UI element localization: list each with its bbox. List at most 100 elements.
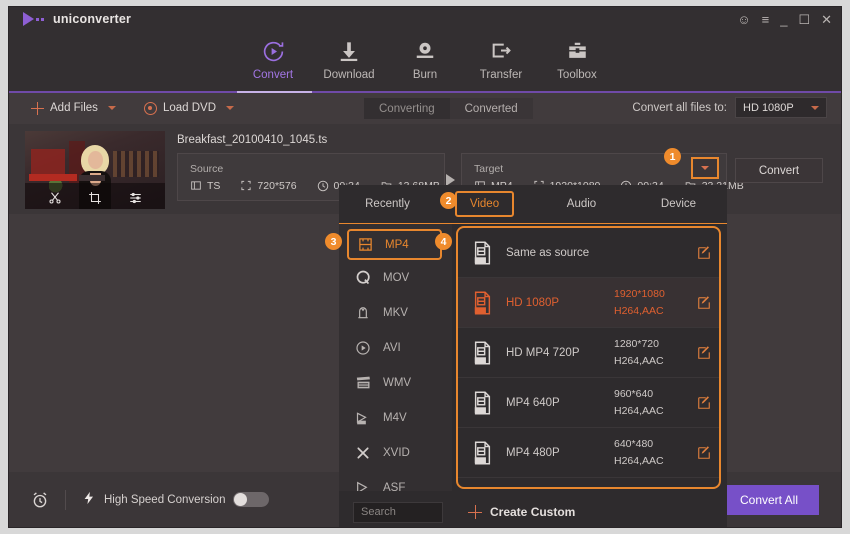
high-speed-conversion: High Speed Conversion xyxy=(82,489,270,510)
source-resolution-value: 720*576 xyxy=(257,179,297,192)
edit-pencil-icon[interactable] xyxy=(697,445,711,460)
preset-row[interactable]: HD 1080P 1920*1080 H264,AAC xyxy=(458,278,719,328)
edit-pencil-icon[interactable] xyxy=(697,245,711,260)
format-item-wmv-label: WMV xyxy=(383,376,412,389)
disc-icon xyxy=(143,101,157,115)
format-item-mov-label: MOV xyxy=(383,271,410,284)
format-item-mov[interactable]: MOV xyxy=(339,260,452,295)
preset-spec: 960*640 H264,AAC xyxy=(614,386,664,419)
nav-tab-burn[interactable]: Burn xyxy=(387,31,463,93)
plus-icon xyxy=(468,505,482,519)
convert-all-files-to-label: Convert all files to: xyxy=(632,101,727,114)
tab-device[interactable]: Device xyxy=(630,193,727,215)
app-brand-title: uniconverter xyxy=(53,12,132,26)
preset-scroll[interactable]: Same as source HD 1080P 1920*1080 H264,A… xyxy=(458,228,719,487)
effects-sliders-icon[interactable] xyxy=(128,191,143,205)
convert-icon xyxy=(261,38,286,64)
maximize-icon[interactable]: ☐ xyxy=(798,13,810,26)
tab-converted[interactable]: Converted xyxy=(449,98,533,119)
toolbox-icon xyxy=(566,38,589,64)
preset-codec: H264,AAC xyxy=(614,304,664,317)
search-input[interactable] xyxy=(353,501,443,523)
target-format-dropdown-button[interactable] xyxy=(691,157,719,179)
file-preset-icon xyxy=(470,241,494,265)
account-icon[interactable]: ☺ xyxy=(737,13,750,26)
format-item-avi[interactable]: AVI xyxy=(339,330,452,365)
format-picker-body: MP4 MOV MKV AVI WMV M4V XVID ASF Same as… xyxy=(339,224,727,491)
format-picker-tabs: Recently Video Audio Device xyxy=(339,185,727,224)
preset-row[interactable]: MP4 640P 960*640 H264,AAC xyxy=(458,378,719,428)
step-badge-3: 3 xyxy=(325,233,342,250)
file-info: Breakfast_20100410_1045.ts xyxy=(177,134,327,146)
nav-tab-transfer[interactable]: Transfer xyxy=(463,31,539,93)
chevron-down-icon[interactable] xyxy=(107,106,116,110)
load-dvd-label: Load DVD xyxy=(162,102,216,114)
menu-icon[interactable]: ≡ xyxy=(762,13,770,26)
preset-resolution: 960*640 xyxy=(614,388,654,401)
crop-icon[interactable] xyxy=(88,191,102,205)
format-item-m4v[interactable]: M4V xyxy=(339,400,452,435)
nav-tab-burn-label: Burn xyxy=(412,69,438,81)
format-item-mp4[interactable]: MP4 xyxy=(347,229,442,260)
high-speed-conversion-toggle[interactable] xyxy=(233,492,270,507)
video-thumbnail[interactable] xyxy=(25,131,165,209)
nav-tab-convert-label: Convert xyxy=(252,69,294,81)
preset-codec: H264,AAC xyxy=(614,454,664,467)
preset-row[interactable]: 4K MP4 3840*2160 H264,AAC xyxy=(458,478,719,487)
load-dvd-button[interactable]: Load DVD xyxy=(143,101,234,115)
edit-pencil-icon[interactable] xyxy=(697,395,711,410)
nav-tab-toolbox[interactable]: Toolbox xyxy=(539,31,615,93)
alarm-clock-icon[interactable] xyxy=(31,491,49,509)
convert-all-button[interactable]: Convert All xyxy=(719,484,819,515)
preset-row[interactable]: Same as source xyxy=(458,228,719,278)
download-icon xyxy=(338,38,360,64)
file-preset-icon xyxy=(470,291,494,315)
tab-converting[interactable]: Converting xyxy=(364,98,450,119)
target-title: Target xyxy=(474,162,504,175)
nav-tab-convert[interactable]: Convert xyxy=(235,31,311,93)
format-item-mkv[interactable]: MKV xyxy=(339,295,452,330)
trim-scissors-icon[interactable] xyxy=(48,191,62,205)
preset-name: Same as source xyxy=(506,246,590,259)
main-navigation: Convert Download Burn Transfer Toolbox xyxy=(9,31,841,93)
chevron-down-icon[interactable] xyxy=(226,106,234,110)
title-bar: uniconverter ☺ ≡ _ ☐ ✕ xyxy=(9,7,841,31)
asf-format-icon xyxy=(354,480,372,491)
preset-row[interactable]: HD MP4 720P 1280*720 H264,AAC xyxy=(458,328,719,378)
tab-recently[interactable]: Recently xyxy=(339,193,436,215)
format-item-wmv[interactable]: WMV xyxy=(339,365,452,400)
source-resolution: 720*576 xyxy=(240,179,297,192)
format-item-asf[interactable]: ASF xyxy=(339,470,452,491)
tab-audio[interactable]: Audio xyxy=(533,193,630,215)
preset-resolution: 640*480 xyxy=(614,438,654,451)
mp4-format-icon xyxy=(356,237,374,252)
window-controls: ☺ ≡ _ ☐ ✕ xyxy=(737,13,832,26)
edit-pencil-icon[interactable] xyxy=(697,345,711,360)
converting-converted-tabs: Converting Converted xyxy=(364,98,533,119)
nav-tab-download[interactable]: Download xyxy=(311,31,387,93)
minimize-icon[interactable]: _ xyxy=(780,13,787,26)
plus-icon xyxy=(31,101,44,115)
file-preset-icon xyxy=(470,341,494,365)
divider xyxy=(65,489,66,510)
preset-row[interactable]: MP4 480P 640*480 H264,AAC xyxy=(458,428,719,478)
app-logo-icon xyxy=(23,12,34,26)
format-item-xvid[interactable]: XVID xyxy=(339,435,452,470)
preset-name: MP4 640P xyxy=(506,396,560,409)
source-format: TS xyxy=(190,180,220,192)
add-files-button[interactable]: Add Files xyxy=(31,101,116,115)
preset-codec: H264,AAC xyxy=(614,354,664,367)
convert-all-format-value: HD 1080P xyxy=(743,101,794,114)
source-format-value: TS xyxy=(207,179,221,192)
preset-name: MP4 480P xyxy=(506,446,560,459)
create-custom-button[interactable]: Create Custom xyxy=(468,505,575,519)
preset-spec: 1280*720 H264,AAC xyxy=(614,336,664,369)
preset-spec: 1920*1080 H264,AAC xyxy=(614,286,665,319)
format-item-mkv-label: MKV xyxy=(383,306,408,319)
close-icon[interactable]: ✕ xyxy=(821,13,832,26)
format-picker-popup: Recently Video Audio Device MP4 MOV MKV … xyxy=(339,185,727,527)
convert-file-button[interactable]: Convert xyxy=(735,158,823,183)
edit-pencil-icon[interactable] xyxy=(697,295,711,310)
format-picker-footer: Create Custom xyxy=(339,491,727,527)
convert-all-format-select[interactable]: HD 1080P xyxy=(735,97,827,118)
